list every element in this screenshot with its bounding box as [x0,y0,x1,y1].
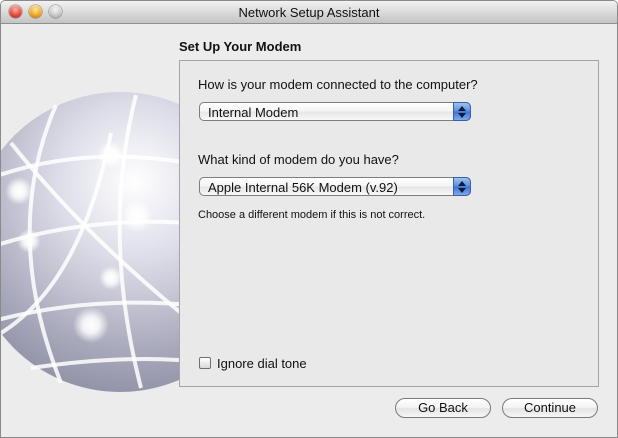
ignore-dial-tone-checkbox[interactable] [199,357,211,369]
connection-popup-value: Internal Modem [208,105,299,120]
up-down-arrows-icon [453,177,471,196]
connection-popup[interactable]: Internal Modem [199,102,471,121]
window: Network Setup Assistant Set Up Your Mode… [0,0,618,438]
step-title: Set Up Your Modem [179,39,302,54]
modem-question: What kind of modem do you have? [198,152,399,167]
title-bar[interactable]: Network Setup Assistant [1,1,617,24]
connection-question: How is your modem connected to the compu… [198,77,478,92]
continue-button[interactable]: Continue [502,398,598,418]
up-down-arrows-icon [453,102,471,121]
window-title: Network Setup Assistant [238,5,380,20]
ignore-dial-tone-label[interactable]: Ignore dial tone [217,356,307,371]
modem-hint: Choose a different modem if this is not … [198,209,426,221]
go-back-button[interactable]: Go Back [395,398,491,418]
modem-type-popup-value: Apple Internal 56K Modem (v.92) [208,180,398,195]
modem-type-popup[interactable]: Apple Internal 56K Modem (v.92) [199,177,471,196]
